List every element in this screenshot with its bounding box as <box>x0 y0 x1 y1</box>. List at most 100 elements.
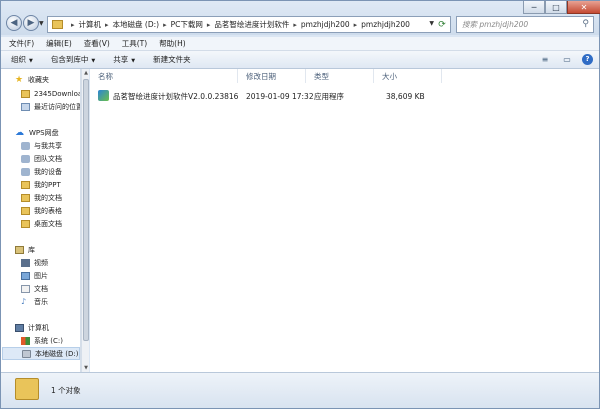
sidebar-item-label: 音乐 <box>34 297 48 306</box>
sidebar-item-2345downloads[interactable]: 2345Downloads <box>21 87 80 100</box>
breadcrumb-item[interactable]: 计算机 <box>79 19 102 30</box>
recent-pages-dropdown[interactable]: ▼ <box>39 20 44 27</box>
breadcrumb-item[interactable]: 本地磁盘 (D:) <box>113 19 160 30</box>
file-size: 38,609 KB <box>386 91 425 101</box>
status-bar: 1 个对象 <box>1 372 599 408</box>
sidebar-item-team-docs[interactable]: 团队文档 <box>21 152 62 165</box>
column-header-size[interactable]: 大小 <box>374 69 442 83</box>
sidebar-item-shared-with-me[interactable]: 与我共享 <box>21 139 62 152</box>
sidebar-item-music[interactable]: ♪ 音乐 <box>21 295 48 308</box>
search-box[interactable]: 搜索 pmzhjdjh200 ⚲ <box>456 16 594 33</box>
back-arrow-icon: ◀ <box>10 18 18 28</box>
sidebar-item-label: 本地磁盘 (D:) <box>35 349 79 358</box>
windows-drive-icon <box>21 336 30 345</box>
file-name[interactable]: 品茗智绘进度计划软件V2.0.0.23816 <box>113 91 238 102</box>
navigation-pane: ★ 收藏夹 2345Downloads 最近访问的位置 ☁ WPS网盘 与我共享 团… <box>1 69 81 372</box>
view-options-icon[interactable]: ≡ <box>538 53 552 65</box>
new-folder-button[interactable]: 新建文件夹 <box>153 54 191 65</box>
breadcrumb-item[interactable]: pmzhjdjh200 <box>361 20 410 29</box>
search-icon[interactable]: ⚲ <box>582 19 589 29</box>
breadcrumb-item[interactable]: PC下载网 <box>171 19 203 30</box>
breadcrumb-item[interactable]: 品茗智绘进度计划软件 <box>214 19 289 30</box>
sidebar-item-pictures[interactable]: 图片 <box>21 269 48 282</box>
breadcrumb-item[interactable]: pmzhjdjh200 <box>301 20 350 29</box>
sidebar-item-my-docs[interactable]: 我的文档 <box>21 191 62 204</box>
sidebar-item-desktop-docs[interactable]: 桌面文档 <box>21 217 62 230</box>
address-bar[interactable]: ▸ 计算机 ▸ 本地磁盘 (D:) ▸ PC下载网 ▸ 品茗智绘进度计划软件 ▸… <box>47 16 451 33</box>
scrollbar-thumb[interactable] <box>83 79 89 341</box>
title-bar: ─ □ ✕ ◀ ▶ ▼ ▸ 计算机 ▸ 本地磁盘 (D:) ▸ PC下载网 ▸ … <box>1 1 600 35</box>
sidebar-item-my-devices[interactable]: 我的设备 <box>21 165 62 178</box>
refresh-icon[interactable]: ⟳ <box>436 18 448 31</box>
folder-icon <box>52 20 63 29</box>
user-icon <box>21 141 30 150</box>
minimize-button[interactable]: ─ <box>523 1 545 14</box>
folder-icon <box>21 193 30 202</box>
organize-button[interactable]: 组织 ▼ <box>11 54 33 65</box>
breadcrumb-separator[interactable]: ▸ <box>163 21 167 29</box>
sidebar-item-label: 我的PPT <box>34 180 61 189</box>
forward-button[interactable]: ▶ <box>23 15 39 31</box>
cloud-icon: ☁ <box>15 127 24 138</box>
sidebar-item-documents[interactable]: 文档 <box>21 282 48 295</box>
folder-icon <box>15 378 39 400</box>
preview-pane-icon[interactable]: ▭ <box>560 53 574 65</box>
sidebar-item-drive-d[interactable]: 本地磁盘 (D:) <box>2 347 80 360</box>
back-button[interactable]: ◀ <box>6 15 22 31</box>
sidebar-item-my-ppt[interactable]: 我的PPT <box>21 178 61 191</box>
menu-view[interactable]: 查看(V) <box>84 38 110 49</box>
search-input[interactable]: 搜索 pmzhjdjh200 <box>462 19 528 30</box>
include-in-library-label: 包含到库中 <box>50 55 89 64</box>
column-header-modified[interactable]: 修改日期 <box>238 69 306 83</box>
device-icon <box>21 167 30 176</box>
menu-bar: 文件(F) 编辑(E) 查看(V) 工具(T) 帮助(H) <box>1 37 599 51</box>
scroll-down-icon[interactable]: ▼ <box>82 365 90 371</box>
library-icon <box>15 245 24 254</box>
share-button[interactable]: 共享 ▼ <box>113 54 135 65</box>
scroll-up-icon[interactable]: ▲ <box>82 70 90 76</box>
menu-file[interactable]: 文件(F) <box>9 38 34 49</box>
recent-places-icon <box>21 102 30 111</box>
team-icon <box>21 154 30 163</box>
sidebar-item-label: 2345Downloads <box>34 89 80 98</box>
breadcrumb-separator[interactable]: ▸ <box>71 21 75 29</box>
column-header-type[interactable]: 类型 <box>306 69 374 83</box>
file-modified: 2019-01-09 17:32 <box>246 91 314 101</box>
maximize-button[interactable]: □ <box>545 1 567 14</box>
organize-label: 组织 <box>11 55 26 64</box>
sidebar-scrollbar[interactable]: ▲ ▼ <box>81 69 89 372</box>
sidebar-item-recent[interactable]: 最近访问的位置 <box>21 100 81 113</box>
sidebar-item-label: 最近访问的位置 <box>34 102 81 111</box>
sidebar-item-favorites[interactable]: ★ 收藏夹 <box>15 73 49 86</box>
sidebar-item-videos[interactable]: 视频 <box>21 256 48 269</box>
breadcrumb-separator[interactable]: ▸ <box>354 21 358 29</box>
close-button[interactable]: ✕ <box>567 1 600 14</box>
address-dropdown-icon[interactable]: ▼ <box>429 20 434 27</box>
breadcrumb-separator[interactable]: ▸ <box>105 21 109 29</box>
sidebar-item-wps-cloud[interactable]: ☁ WPS网盘 <box>15 126 59 139</box>
chevron-down-icon: ▼ <box>91 58 96 64</box>
sidebar-item-label: 视频 <box>34 258 48 267</box>
explorer-window: ─ □ ✕ ◀ ▶ ▼ ▸ 计算机 ▸ 本地磁盘 (D:) ▸ PC下载网 ▸ … <box>0 0 600 409</box>
menu-edit[interactable]: 编辑(E) <box>46 38 72 49</box>
file-list: 名称 修改日期 类型 大小 品茗智绘进度计划软件V2.0.0.23816 201… <box>90 69 599 372</box>
toolbar-right: ≡ ▭ ? <box>538 53 593 65</box>
menu-help[interactable]: 帮助(H) <box>159 38 186 49</box>
sidebar-item-drive-c[interactable]: 系统 (C:) <box>21 334 63 347</box>
sidebar-item-my-sheets[interactable]: 我的表格 <box>21 204 62 217</box>
sidebar-item-label: 计算机 <box>28 323 49 332</box>
file-row[interactable]: 品茗智绘进度计划软件V2.0.0.23816 2019-01-09 17:32 … <box>94 89 444 103</box>
sidebar-item-label: 桌面文档 <box>34 219 62 228</box>
star-icon: ★ <box>15 74 24 85</box>
breadcrumb-separator[interactable]: ▸ <box>207 21 211 29</box>
sidebar-item-label: 团队文档 <box>34 154 62 163</box>
breadcrumb: ▸ 计算机 ▸ 本地磁盘 (D:) ▸ PC下载网 ▸ 品茗智绘进度计划软件 ▸… <box>67 19 410 30</box>
sidebar-item-computer[interactable]: 计算机 <box>15 321 49 334</box>
menu-tools[interactable]: 工具(T) <box>122 38 147 49</box>
sidebar-item-libraries[interactable]: 库 <box>15 243 35 256</box>
sidebar-item-label: WPS网盘 <box>29 128 59 137</box>
include-in-library-button[interactable]: 包含到库中 ▼ <box>51 54 95 65</box>
column-header-name[interactable]: 名称 <box>90 69 238 83</box>
help-icon[interactable]: ? <box>582 53 593 65</box>
breadcrumb-separator[interactable]: ▸ <box>293 21 297 29</box>
